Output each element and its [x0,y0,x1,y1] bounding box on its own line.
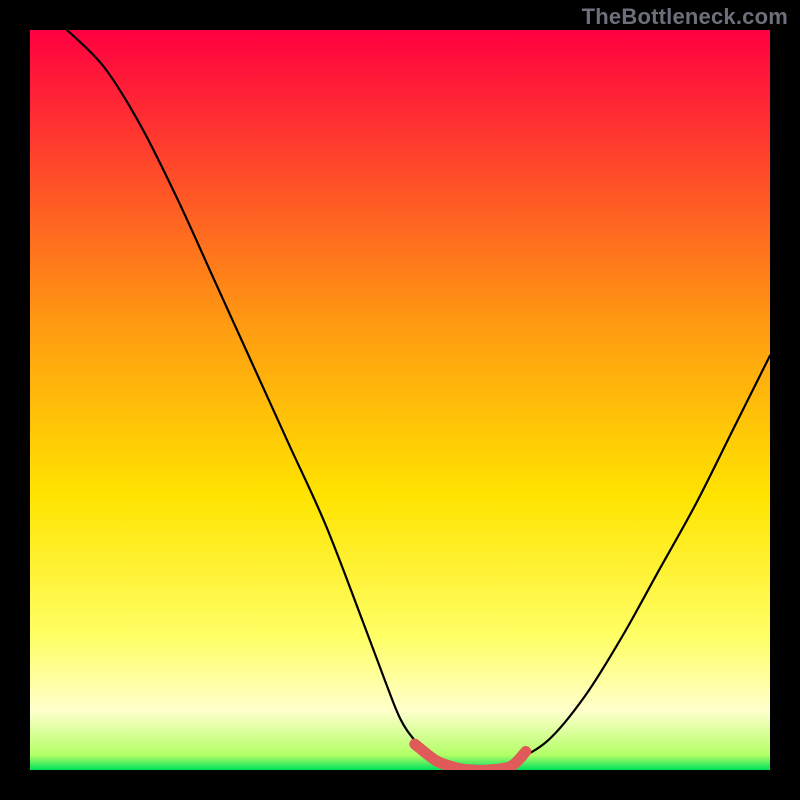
chart-container: TheBottleneck.com [0,0,800,800]
plot-svg [30,30,770,770]
plot-background [30,30,770,770]
attribution-text: TheBottleneck.com [582,4,788,30]
